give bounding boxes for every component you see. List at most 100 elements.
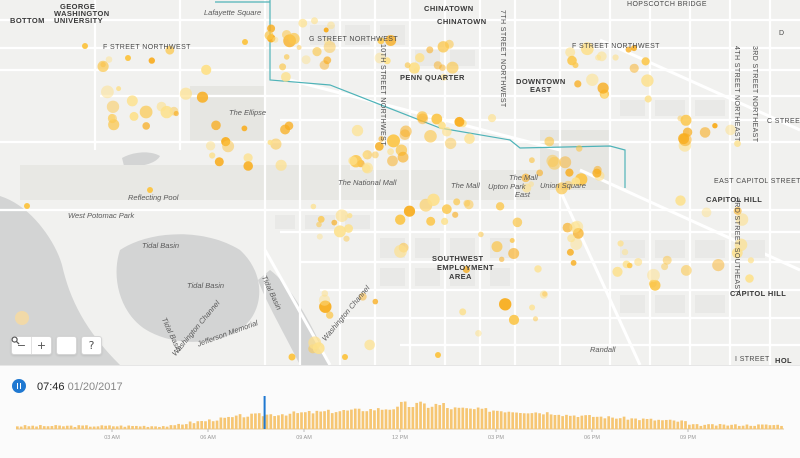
- histogram-bar: [250, 413, 253, 429]
- histogram-bar: [323, 411, 326, 429]
- histogram-bar: [242, 417, 246, 429]
- histogram-bar: [572, 415, 576, 429]
- histogram-bar: [146, 426, 150, 429]
- histogram-bar: [188, 421, 192, 429]
- histogram-bar: [330, 413, 334, 429]
- histogram-bar: [384, 409, 388, 429]
- incident-dot: [331, 219, 338, 226]
- histogram-bar: [622, 416, 626, 429]
- incident-dot: [222, 140, 235, 153]
- histogram-bar: [703, 424, 707, 429]
- incident-dot: [312, 342, 325, 355]
- histogram-bar: [296, 413, 300, 429]
- incident-dot: [463, 199, 471, 207]
- histogram-bar: [519, 413, 522, 429]
- incident-dot: [323, 27, 329, 33]
- histogram-bar: [315, 410, 319, 429]
- playhead-marker[interactable]: [263, 396, 266, 429]
- histogram-bar: [403, 401, 407, 429]
- histogram-bar: [565, 414, 568, 429]
- histogram-bar: [158, 426, 161, 429]
- incident-dot: [426, 216, 436, 226]
- incident-dot: [387, 148, 394, 156]
- incident-dot: [559, 156, 572, 169]
- map-label: F STREET NORTHWEST: [572, 43, 660, 50]
- incident-dot: [288, 32, 300, 45]
- histogram-bar: [488, 411, 492, 429]
- histogram-bar: [238, 414, 242, 429]
- histogram-bar: [561, 416, 564, 429]
- help-button[interactable]: ?: [82, 337, 101, 354]
- map-view[interactable]: BOTTOM GEORGE WASHINGTON UNIVERSITY Lafayett…: [0, 0, 800, 365]
- histogram-bar: [346, 410, 349, 429]
- histogram-bar: [419, 401, 422, 429]
- histogram-bar: [661, 420, 664, 429]
- time-tick-label: 09 PM: [680, 435, 696, 441]
- histogram-bar: [92, 426, 96, 429]
- incident-dot: [284, 121, 294, 131]
- basemap: [0, 0, 800, 365]
- histogram-bar: [688, 424, 691, 429]
- histogram-bar: [426, 407, 430, 429]
- histogram-bar: [400, 401, 403, 429]
- incident-dot: [243, 153, 253, 163]
- search-icon: [11, 336, 20, 345]
- incident-dot: [125, 55, 131, 61]
- search-button[interactable]: [11, 336, 76, 354]
- incident-dot: [629, 63, 639, 73]
- incident-dot: [446, 61, 459, 74]
- incident-dot: [129, 111, 139, 121]
- map-label: G STREET NORTHWEST: [309, 36, 399, 43]
- incident-dot: [173, 110, 179, 117]
- time-histogram[interactable]: [16, 396, 784, 432]
- incident-dot: [301, 55, 311, 65]
- histogram-bar: [411, 407, 415, 429]
- incident-dot: [621, 248, 629, 256]
- histogram-bar: [446, 408, 449, 429]
- histogram-bar: [131, 425, 134, 429]
- histogram-bar: [27, 426, 31, 429]
- histogram-bar: [407, 407, 411, 429]
- incident-dot: [371, 151, 379, 159]
- incident-dot: [97, 60, 109, 72]
- histogram-bar: [438, 405, 442, 429]
- histogram-bar: [77, 425, 81, 429]
- incident-dot: [126, 95, 138, 107]
- histogram-bar: [645, 418, 649, 429]
- histogram-bar: [42, 426, 46, 429]
- current-date: 01/20/2017: [67, 381, 123, 393]
- histogram-bar: [277, 415, 280, 429]
- histogram-bar: [327, 409, 330, 429]
- histogram-bar: [676, 421, 680, 429]
- histogram-bar: [611, 417, 614, 429]
- histogram-bar: [641, 418, 645, 429]
- histogram-bar: [449, 409, 453, 429]
- incident-dot: [281, 72, 291, 82]
- histogram-bar: [664, 419, 668, 429]
- incident-dot: [311, 17, 318, 25]
- map-label: EAST CAPITOL STREET NORTHEAST: [714, 178, 800, 185]
- histogram-bar: [181, 424, 184, 429]
- histogram-bar: [161, 426, 165, 429]
- map-label: HOPSCOTCH BRIDGE: [627, 1, 707, 8]
- histogram-bar: [634, 418, 637, 429]
- histogram-bar: [223, 417, 227, 429]
- map-label: D: [779, 30, 785, 37]
- histogram-bar: [780, 425, 783, 429]
- histogram-bar: [85, 425, 88, 429]
- pause-button[interactable]: [12, 379, 26, 393]
- histogram-bar: [534, 412, 538, 429]
- histogram-bar: [269, 414, 273, 429]
- map-label: The National Mall: [338, 178, 397, 187]
- zoom-in-button[interactable]: +: [31, 337, 51, 354]
- incident-dot: [241, 125, 248, 132]
- histogram-bar: [62, 426, 65, 429]
- incident-dot: [397, 151, 409, 163]
- histogram-bar: [461, 407, 465, 429]
- histogram-bar: [538, 413, 541, 429]
- incident-dot: [316, 221, 322, 228]
- incident-dot: [641, 74, 654, 87]
- histogram-bar: [480, 408, 484, 429]
- incident-dot: [532, 316, 539, 322]
- histogram-bar: [453, 407, 457, 429]
